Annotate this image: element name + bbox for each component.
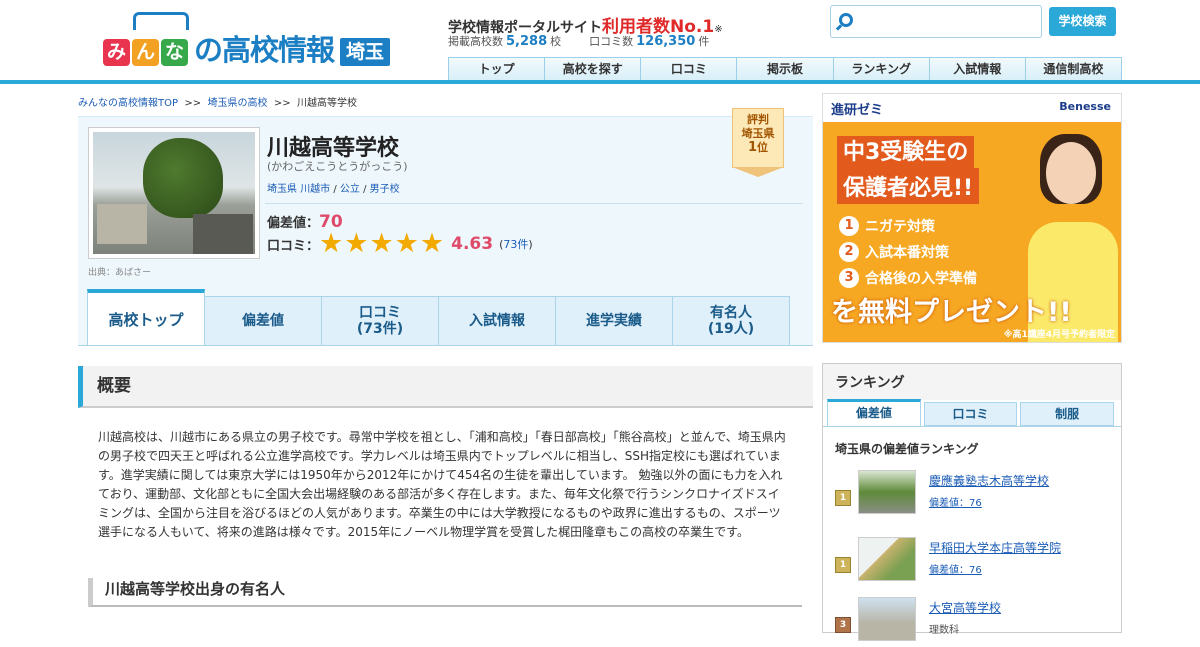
breadcrumb-link-pref[interactable]: 埼玉県の高校 <box>208 98 268 109</box>
global-nav: トップ 高校を探す 口コミ 掲示板 ランキング 入試情報 通信制高校 <box>448 57 1122 81</box>
ad-headline-1: 中3受験生の <box>837 136 975 170</box>
ranking-school-name[interactable]: 早稲田大学本庄高等学院 <box>929 539 1061 556</box>
overview-text: 川越高校は、川越市にある県立の男子校です。尋常中学校を祖とし、「浦和高校」「春日… <box>98 430 786 539</box>
school-thumbnail <box>858 597 916 641</box>
star-icon: ★ <box>369 228 394 259</box>
tag-type[interactable]: 公立 <box>340 184 360 195</box>
school-tags: 埼玉県 川越市 / 公立 / 男子校 <box>267 184 400 195</box>
photo-source-link[interactable]: あばさー <box>115 268 151 278</box>
ad-item: 3 合格後の入学準備 <box>839 268 977 288</box>
ranking-school-name[interactable]: 慶應義塾志木高等学校 <box>929 472 1049 489</box>
overview-heading: 概要 <box>78 366 813 408</box>
site-header: み ん な の高校情報 埼玉 学校情報ポータルサイト利用者数No.1※ 掲載高校… <box>0 0 1200 82</box>
tab-reviews[interactable]: 口コミ (73件) <box>321 296 439 346</box>
tab-results[interactable]: 進学実績 <box>555 296 673 346</box>
school-photo <box>88 127 260 259</box>
ranking-school-value[interactable]: 偏差値：76 <box>929 561 982 576</box>
tab-famous-people[interactable]: 有名人 (19人) <box>672 296 790 346</box>
reputation-rank-badge: 評判 埼玉県 1位 <box>732 108 784 177</box>
logo-char: な <box>161 39 188 66</box>
star-icon: ★ <box>394 228 419 259</box>
ad-brand: 進研ゼミ <box>831 103 884 118</box>
nav-item-reviews[interactable]: 口コミ <box>640 57 738 81</box>
tag-gender[interactable]: 男子校 <box>370 184 400 195</box>
advertisement-banner[interactable]: 進研ゼミ Benesse 中3受験生の 保護者必見!! 1 ニガテ対策 2 入試本番… <box>822 93 1122 343</box>
tab-baseline <box>78 345 813 346</box>
site-stats: 掲載高校数 5,288 校 口コミ数 126,350 件 <box>448 34 710 49</box>
ranking-title: ランキング <box>823 364 1121 400</box>
star-icon: ★ <box>344 228 369 259</box>
search-input[interactable] <box>830 5 1042 38</box>
logo-char: み <box>103 39 130 66</box>
ranking-tabs: 偏差値 口コミ 制服 <box>827 399 1117 426</box>
nav-item-correspondence[interactable]: 通信制高校 <box>1024 57 1122 81</box>
famous-heading: 川越高等学校出身の有名人 <box>88 578 802 607</box>
tab-hensachi[interactable]: 偏差値 <box>204 296 322 346</box>
ranking-item[interactable]: 1 早稲田大学本庄高等学院 偏差値：76 <box>835 537 1115 587</box>
bag-icon <box>133 12 189 30</box>
school-kana: (かわごえこうとうがっこう) <box>267 160 408 173</box>
breadcrumb-current: 川越高等学校 <box>296 98 357 109</box>
ad-cta: を無料プレゼント!! <box>831 297 1072 328</box>
ad-partner: Benesse <box>1059 100 1111 113</box>
site-logo[interactable]: み ん な の高校情報 埼玉 <box>103 12 391 67</box>
breadcrumb-link-top[interactable]: みんなの高校情報TOP <box>78 98 178 109</box>
header-divider <box>0 80 1200 84</box>
search-icon <box>839 13 853 27</box>
logo-char: ん <box>132 39 159 66</box>
ranking-item[interactable]: 3 大宮高等学校 理数科 <box>835 597 1115 647</box>
review-summary: 口コミ： ★★★★★ 4.63 (73件) <box>267 228 533 259</box>
nav-item-exam[interactable]: 入試情報 <box>928 57 1026 81</box>
tab-exam-info[interactable]: 入試情報 <box>438 296 556 346</box>
logo-prefecture: 埼玉 <box>340 38 391 66</box>
ranking-item[interactable]: 1 慶應義塾志木高等学校 偏差値：76 <box>835 470 1115 520</box>
school-thumbnail <box>858 537 916 581</box>
ranking-school-name[interactable]: 大宮高等学校 <box>929 599 1001 616</box>
rating-stars: ★★★★★ <box>319 230 445 257</box>
rank-medal-icon: 1 <box>835 557 851 573</box>
review-score: 4.63 <box>451 234 494 254</box>
nav-item-search[interactable]: 高校を探す <box>544 57 642 81</box>
ad-note: ※高1講座4月号予約者限定 <box>1003 330 1115 340</box>
tag-city[interactable]: 川越市 <box>300 184 330 195</box>
review-count-link[interactable]: 73件 <box>503 238 528 251</box>
ranking-widget: ランキング 偏差値 口コミ 制服 埼玉県の偏差値ランキング 1 慶應義塾志木高等… <box>822 363 1122 641</box>
tab-school-top[interactable]: 高校トップ <box>87 289 205 346</box>
nav-item-board[interactable]: 掲示板 <box>736 57 834 81</box>
school-search-button[interactable]: 学校検索 <box>1049 7 1116 36</box>
school-thumbnail <box>858 470 916 514</box>
star-icon: ★ <box>419 228 445 259</box>
nav-item-ranking[interactable]: ランキング <box>832 57 930 81</box>
logo-text: の高校情報 <box>194 33 335 67</box>
breadcrumb: みんなの高校情報TOP >> 埼玉県の高校 >> 川越高等学校 <box>78 98 357 109</box>
nav-item-top[interactable]: トップ <box>448 57 546 81</box>
ranking-tab-uniform[interactable]: 制服 <box>1020 402 1115 426</box>
ad-headline-2: 保護者必見!! <box>837 168 980 204</box>
tag-prefecture[interactable]: 埼玉県 <box>267 184 297 195</box>
ranking-tab-reviews[interactable]: 口コミ <box>923 402 1018 426</box>
ranking-school-value[interactable]: 偏差値：76 <box>929 494 982 509</box>
ad-item: 2 入試本番対策 <box>839 242 949 262</box>
rank-medal-icon: 3 <box>835 617 851 633</box>
photo-source: 出典：あばさー <box>88 268 152 278</box>
ranking-subtitle: 埼玉県の偏差値ランキング <box>835 442 979 456</box>
ad-item: 1 ニガテ対策 <box>839 216 935 236</box>
ranking-school-value: 理数科 <box>929 625 959 636</box>
rank-medal-icon: 1 <box>835 490 851 506</box>
divider <box>265 203 803 204</box>
star-icon: ★ <box>319 228 344 259</box>
ranking-tab-hensachi[interactable]: 偏差値 <box>827 399 921 426</box>
school-tabs: 高校トップ 偏差値 口コミ (73件) 入試情報 進学実績 有名人 (19人) <box>87 289 796 346</box>
